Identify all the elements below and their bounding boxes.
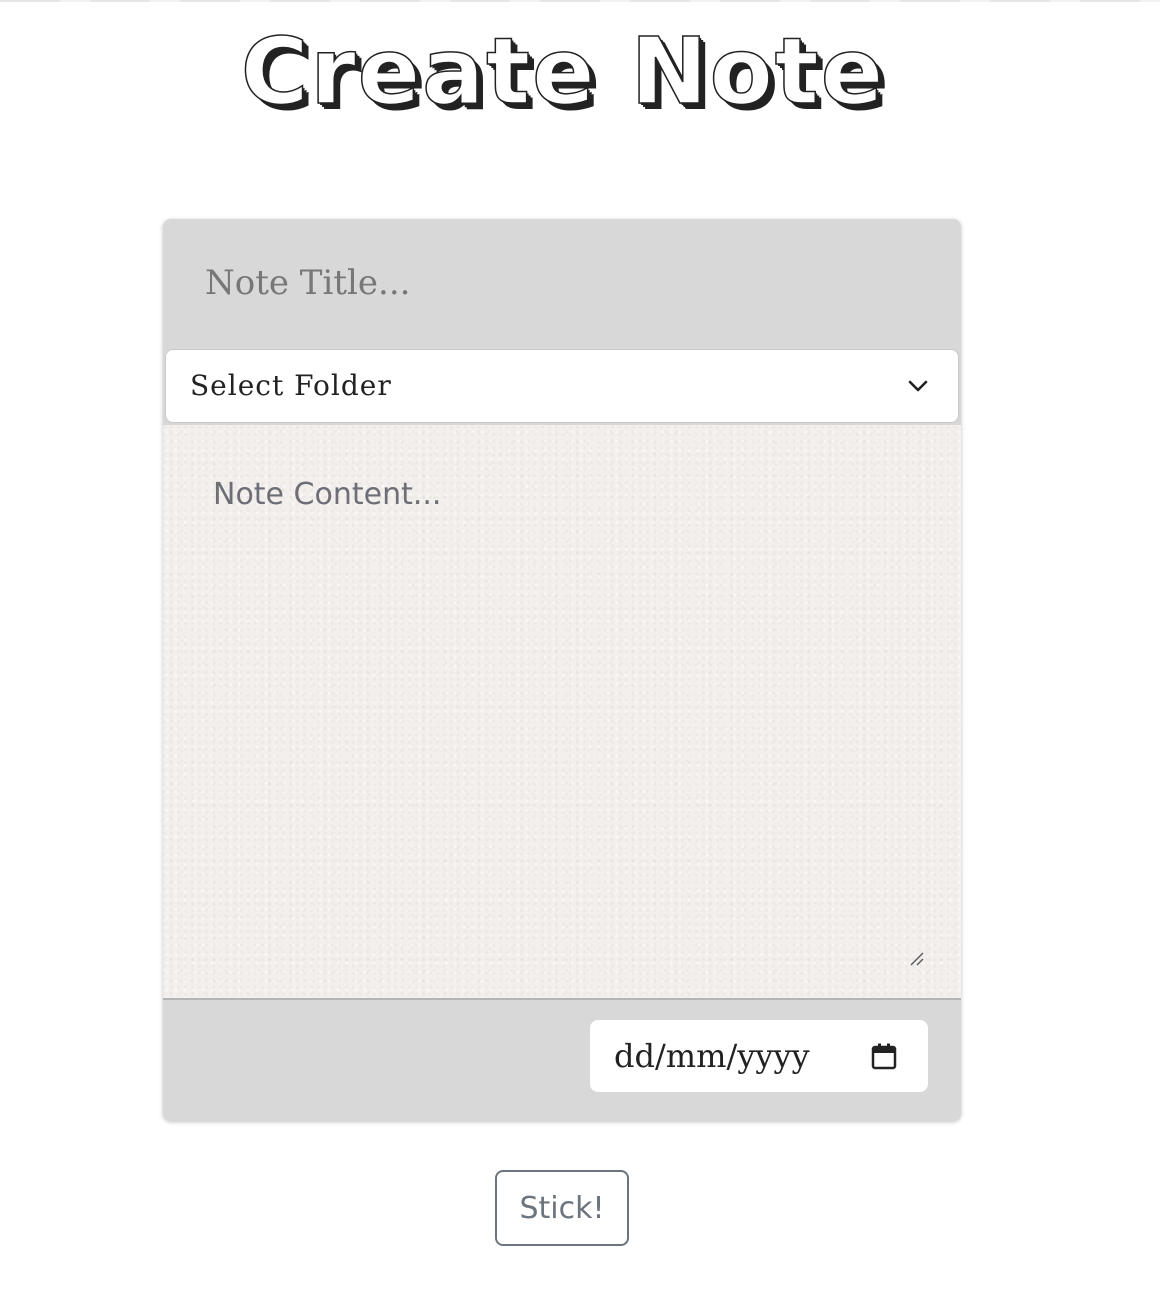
folder-select[interactable]: Select Folder [165,349,959,423]
date-input-placeholder: dd/mm/yyyy [614,1037,810,1075]
resize-grip-icon[interactable] [909,951,925,967]
stick-button[interactable]: Stick! [495,1170,629,1246]
chevron-down-icon [908,380,928,392]
calendar-icon[interactable] [870,1042,898,1070]
note-content-textarea[interactable] [163,425,961,1000]
date-input[interactable]: dd/mm/yyyy [590,1020,928,1092]
top-border [0,0,1160,2]
note-card: Select Folder dd/mm/yyyy [163,219,961,1121]
page-title: Create Note [240,17,886,126]
folder-select-value: Select Folder [190,369,392,402]
note-title-input[interactable] [163,219,961,347]
